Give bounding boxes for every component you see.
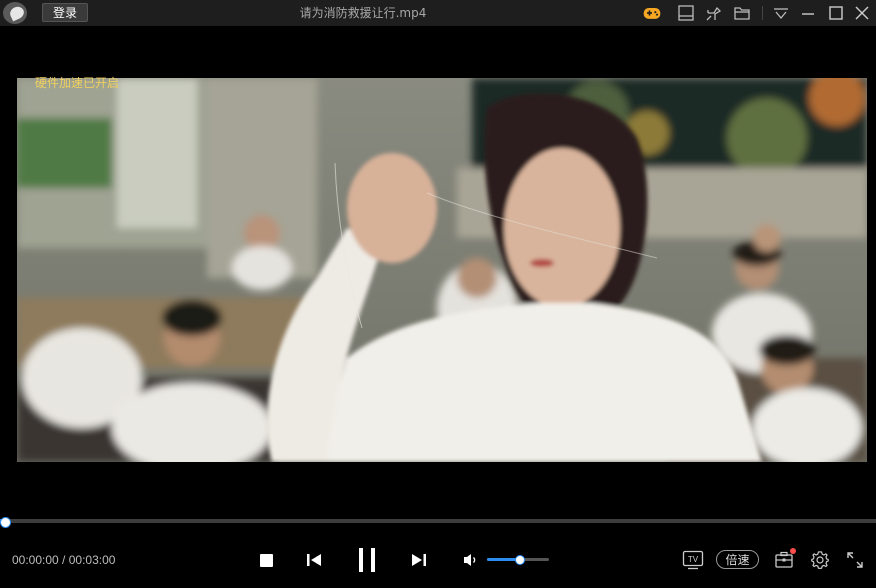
stop-icon <box>260 554 273 567</box>
title-bar: 登录 请为消防救援让行.mp4 <box>0 0 876 26</box>
video-frame[interactable] <box>17 78 867 462</box>
close-icon[interactable] <box>852 3 872 23</box>
volume-slider-handle[interactable] <box>515 555 526 565</box>
fullscreen-icon <box>847 552 863 568</box>
folder-icon[interactable] <box>732 3 752 23</box>
current-time: 00:00:00 <box>12 553 59 567</box>
login-button[interactable]: 登录 <box>42 3 88 22</box>
gear-icon <box>811 551 829 570</box>
next-button[interactable] <box>410 551 428 569</box>
playlist-icon[interactable] <box>676 3 696 23</box>
window-title: 请为消防救援让行.mp4 <box>299 6 427 20</box>
tv-cast-button[interactable]: TV <box>682 550 704 570</box>
seek-bar-handle[interactable] <box>0 517 11 528</box>
seek-bar[interactable] <box>0 519 876 523</box>
previous-button[interactable] <box>305 551 323 569</box>
tv-icon: TV <box>682 550 704 570</box>
fullscreen-button[interactable] <box>846 551 864 569</box>
gamepad-icon[interactable] <box>642 3 662 23</box>
playback-speed-button[interactable]: 倍速 <box>716 550 759 569</box>
pause-button[interactable] <box>357 546 379 574</box>
menu-icon[interactable] <box>771 3 791 23</box>
volume-button[interactable] <box>462 551 480 569</box>
pause-icon <box>359 548 375 572</box>
maximize-icon[interactable] <box>826 3 846 23</box>
titlebar-divider <box>762 6 763 20</box>
total-time: 00:03:00 <box>68 553 116 567</box>
time-display: 00:00:00 / 00:03:00 <box>12 553 115 567</box>
video-scene-image <box>17 78 867 462</box>
skip-forward-icon <box>412 554 426 566</box>
hardware-acceleration-notice: 硬件加速已开启 <box>35 76 120 90</box>
minimize-icon[interactable] <box>798 3 818 23</box>
app-logo-icon[interactable] <box>3 2 27 24</box>
tv-label: TV <box>688 555 699 564</box>
notification-badge <box>790 548 796 554</box>
speaker-icon <box>464 554 476 566</box>
settings-button[interactable] <box>810 550 830 570</box>
pin-icon[interactable] <box>704 3 724 23</box>
time-separator: / <box>58 553 69 567</box>
skip-back-icon <box>307 554 321 566</box>
stop-button[interactable] <box>258 552 274 568</box>
